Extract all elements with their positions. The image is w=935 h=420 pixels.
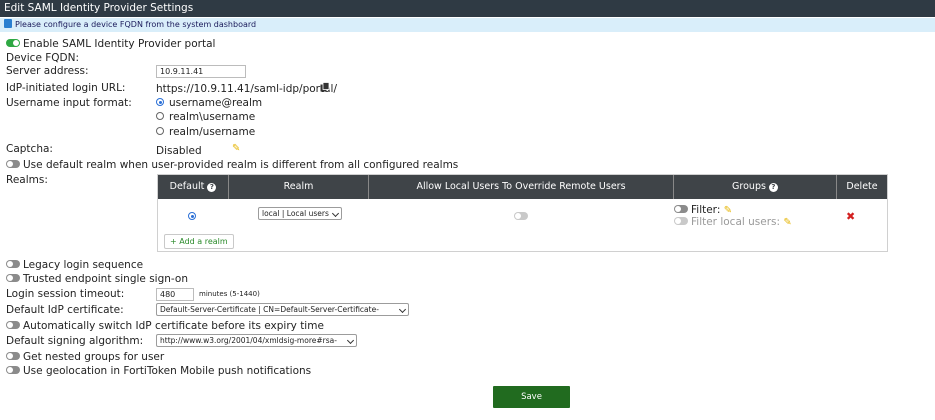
- auto-switch-cert-label: Automatically switch IdP certificate bef…: [23, 320, 324, 332]
- trusted-endpoint-row: Trusted endpoint single sign-on: [6, 273, 188, 285]
- username-format-option-3[interactable]: realm/username: [156, 126, 255, 138]
- groups-filter-row: Filter: ✎: [674, 204, 732, 216]
- realm-select[interactable]: local | Local users: [258, 207, 342, 220]
- header-allow-local: Allow Local Users To Override Remote Use…: [369, 175, 674, 199]
- default-realm-label: Use default realm when user-provided rea…: [23, 159, 459, 171]
- captcha-label: Captcha:: [6, 143, 53, 155]
- username-format-label: Username input format:: [6, 97, 132, 109]
- fqdn-notice: Please configure a device FQDN from the …: [0, 18, 935, 32]
- notice-text: Please configure a device FQDN from the …: [15, 20, 257, 29]
- realms-table-header: Default ? Realm Allow Local Users To Ove…: [158, 175, 887, 199]
- filter-pencil-icon[interactable]: ✎: [724, 205, 732, 216]
- auto-switch-cert-toggle[interactable]: [6, 321, 20, 329]
- idp-login-url-value: https://10.9.11.41/saml-idp/portal/: [156, 83, 337, 95]
- trusted-endpoint-label: Trusted endpoint single sign-on: [23, 273, 188, 285]
- header-realm: Realm: [229, 175, 369, 199]
- filter-label: Filter:: [691, 204, 721, 216]
- enable-portal-label: Enable SAML Identity Provider portal: [23, 38, 216, 50]
- groups-filter-local-row: Filter local users: ✎: [674, 216, 792, 228]
- filter-toggle[interactable]: [674, 205, 688, 213]
- realms-table: Default ? Realm Allow Local Users To Ove…: [157, 174, 888, 252]
- device-fqdn-label: Device FQDN:: [6, 52, 80, 64]
- idp-login-url-label: IdP-initiated login URL:: [6, 82, 126, 94]
- server-address-input[interactable]: [156, 65, 246, 78]
- legacy-login-row: Legacy login sequence: [6, 259, 143, 271]
- signing-algo-select[interactable]: http://www.w3.org/2001/04/xmldsig-more#r…: [156, 334, 357, 347]
- captcha-pencil-icon[interactable]: ✎: [232, 143, 240, 154]
- auto-switch-cert-row: Automatically switch IdP certificate bef…: [6, 320, 324, 332]
- geolocation-toggle[interactable]: [6, 366, 20, 374]
- radio-button[interactable]: [156, 98, 164, 106]
- filter-local-label: Filter local users:: [691, 216, 781, 228]
- username-format-option-2[interactable]: realm\username: [156, 111, 255, 123]
- geolocation-label: Use geolocation in FortiToken Mobile pus…: [23, 365, 312, 377]
- radio-button[interactable]: [188, 212, 196, 220]
- chevron-down-icon: [346, 336, 355, 345]
- nested-groups-row: Get nested groups for user: [6, 351, 164, 363]
- allow-local-toggle[interactable]: [514, 211, 531, 223]
- username-format-option-1[interactable]: username@realm: [156, 97, 262, 109]
- chevron-down-icon: [331, 209, 340, 218]
- nested-groups-label: Get nested groups for user: [23, 351, 165, 363]
- nested-groups-toggle[interactable]: [6, 352, 20, 360]
- question-icon[interactable]: ?: [768, 183, 778, 192]
- login-timeout-input[interactable]: [156, 288, 194, 301]
- login-timeout-label: Login session timeout:: [6, 288, 125, 300]
- row-default-radio[interactable]: [188, 211, 201, 223]
- filter-local-toggle[interactable]: [674, 217, 688, 225]
- trusted-endpoint-toggle[interactable]: [6, 274, 20, 282]
- window-title: Edit SAML Identity Provider Settings: [0, 0, 935, 17]
- chevron-down-icon: [398, 305, 407, 314]
- default-idp-cert-select[interactable]: Default-Server-Certificate | CN=Default-…: [156, 303, 409, 316]
- default-idp-cert-label: Default IdP certificate:: [6, 304, 124, 316]
- header-groups: Groups ?: [674, 175, 837, 199]
- header-default: Default ?: [158, 175, 229, 199]
- default-realm-row: Use default realm when user-provided rea…: [6, 159, 458, 171]
- add-realm-button[interactable]: + Add a realm: [164, 234, 234, 249]
- default-realm-toggle[interactable]: [6, 160, 20, 168]
- legacy-login-label: Legacy login sequence: [23, 259, 144, 271]
- save-button[interactable]: Save: [493, 386, 570, 408]
- enable-portal-row: Enable SAML Identity Provider portal: [6, 38, 215, 50]
- radio-button[interactable]: [156, 112, 164, 120]
- delete-x-icon[interactable]: ✖: [846, 210, 855, 223]
- radio-button[interactable]: [156, 127, 164, 135]
- geolocation-row: Use geolocation in FortiToken Mobile pus…: [6, 365, 311, 377]
- login-timeout-hint: minutes (5-1440): [199, 290, 260, 298]
- legacy-login-toggle[interactable]: [6, 260, 20, 268]
- realms-label: Realms:: [6, 174, 48, 186]
- captcha-value: Disabled: [156, 145, 202, 157]
- filter-local-pencil-icon[interactable]: ✎: [783, 217, 791, 228]
- enable-portal-toggle[interactable]: [6, 39, 20, 47]
- signing-algo-label: Default signing algorithm:: [6, 335, 144, 347]
- copy-icon[interactable]: [320, 82, 330, 95]
- info-icon: [4, 19, 12, 28]
- question-icon[interactable]: ?: [207, 183, 217, 192]
- server-address-label: Server address:: [6, 65, 89, 77]
- header-delete: Delete: [846, 181, 878, 192]
